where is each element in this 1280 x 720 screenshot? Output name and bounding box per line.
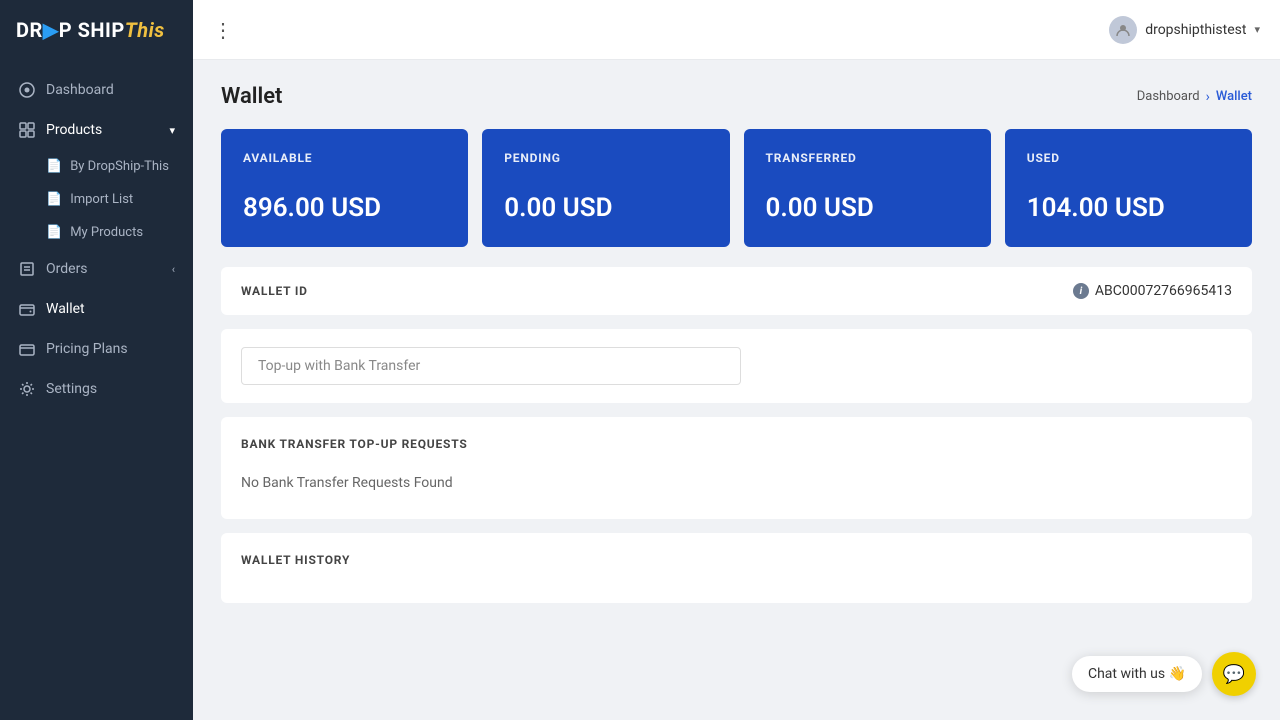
transferred-amount: 0.00 USD [766, 193, 969, 223]
sidebar-item-label: Settings [46, 381, 97, 397]
pending-amount: 0.00 USD [504, 193, 707, 223]
wallet-icon [18, 300, 36, 318]
wallet-history-section: WALLET HISTORY [221, 533, 1252, 603]
products-icon [18, 121, 36, 139]
wallet-history-title: WALLET HISTORY [241, 553, 1232, 567]
topbar: ⋮ dropshipthistest ▾ [193, 0, 1280, 60]
pending-label: PENDING [504, 151, 707, 165]
used-amount: 104.00 USD [1027, 193, 1230, 223]
sidebar-item-wallet[interactable]: Wallet [0, 289, 193, 329]
logo-ship: P SHIP [59, 18, 125, 42]
chat-button[interactable]: 💬 [1212, 652, 1256, 696]
sidebar-item-my-products[interactable]: 📄 My Products [0, 216, 193, 249]
logo-drop: DR [16, 18, 43, 42]
sidebar-item-orders[interactable]: Orders ‹ [0, 249, 193, 289]
info-icon: i [1073, 283, 1089, 299]
content-area: Wallet Dashboard › Wallet AVAILABLE 896.… [193, 60, 1280, 720]
doc-icon: 📄 [46, 159, 62, 174]
sidebar-sub-label: My Products [70, 225, 143, 240]
chat-widget: Chat with us 👋 💬 [1072, 652, 1256, 696]
logo: DR▶P SHIPThis [0, 0, 193, 60]
sidebar-sub-label: By DropShip-This [70, 159, 169, 174]
used-label: USED [1027, 151, 1230, 165]
sidebar-item-import-list[interactable]: 📄 Import List [0, 183, 193, 216]
wallet-id-value: i ABC00072766965413 [1073, 283, 1232, 299]
menu-icon[interactable]: ⋮ [213, 18, 235, 42]
sidebar-item-pricing-plans[interactable]: Pricing Plans [0, 329, 193, 369]
wallet-id-number: ABC00072766965413 [1095, 283, 1232, 299]
bank-transfer-title: BANK TRANSFER TOP-UP REQUESTS [241, 437, 1232, 451]
sidebar: DR▶P SHIPThis Dashboard Products ▾ 📄 By … [0, 0, 193, 720]
sidebar-item-dashboard[interactable]: Dashboard [0, 70, 193, 110]
wallet-cards: AVAILABLE 896.00 USD PENDING 0.00 USD TR… [221, 129, 1252, 247]
orders-icon [18, 260, 36, 278]
breadcrumb-home[interactable]: Dashboard [1137, 89, 1200, 104]
sidebar-item-label: Pricing Plans [46, 341, 128, 357]
wallet-id-section: WALLET ID i ABC00072766965413 [221, 267, 1252, 315]
sidebar-item-settings[interactable]: Settings [0, 369, 193, 409]
dashboard-icon [18, 81, 36, 99]
topup-placeholder: Top-up with Bank Transfer [258, 358, 420, 374]
pricing-icon [18, 340, 36, 358]
sidebar-sub-label: Import List [70, 192, 133, 207]
sidebar-nav: Dashboard Products ▾ 📄 By DropShip-This … [0, 60, 193, 720]
doc-icon: 📄 [46, 192, 62, 207]
sidebar-item-label: Products [46, 122, 102, 138]
breadcrumb: Dashboard › Wallet [1137, 89, 1252, 105]
chat-bubble: Chat with us 👋 [1072, 656, 1202, 692]
avatar [1109, 16, 1137, 44]
topbar-chevron-icon: ▾ [1254, 23, 1260, 36]
wallet-id-label: WALLET ID [241, 284, 308, 298]
chevron-down-icon: ▾ [169, 124, 175, 137]
logo-this: This [125, 18, 165, 42]
no-bank-transfer-text: No Bank Transfer Requests Found [241, 467, 1232, 499]
wallet-card-available: AVAILABLE 896.00 USD [221, 129, 468, 247]
topup-input[interactable]: Top-up with Bank Transfer [241, 347, 741, 385]
sidebar-item-label: Dashboard [46, 82, 114, 98]
breadcrumb-current: Wallet [1216, 89, 1252, 104]
username-label: dropshipthistest [1145, 22, 1246, 38]
sidebar-item-label: Orders [46, 261, 88, 277]
settings-icon [18, 380, 36, 398]
wallet-card-used: USED 104.00 USD [1005, 129, 1252, 247]
topup-section: Top-up with Bank Transfer [221, 329, 1252, 403]
available-amount: 896.00 USD [243, 193, 446, 223]
wallet-card-pending: PENDING 0.00 USD [482, 129, 729, 247]
sidebar-item-products[interactable]: Products ▾ [0, 110, 193, 150]
breadcrumb-separator: › [1206, 89, 1210, 105]
doc-icon: 📄 [46, 225, 62, 240]
main-area: ⋮ dropshipthistest ▾ Wallet Dashboard › … [193, 0, 1280, 720]
chat-bubble-text: Chat with us 👋 [1088, 666, 1186, 682]
bank-transfer-section: BANK TRANSFER TOP-UP REQUESTS No Bank Tr… [221, 417, 1252, 519]
transferred-label: TRANSFERRED [766, 151, 969, 165]
sidebar-item-by-dropship-this[interactable]: 📄 By DropShip-This [0, 150, 193, 183]
sidebar-item-label: Wallet [46, 301, 85, 317]
user-menu[interactable]: dropshipthistest ▾ [1109, 16, 1260, 44]
page-header: Wallet Dashboard › Wallet [221, 84, 1252, 109]
chat-button-icon: 💬 [1223, 664, 1245, 685]
chevron-right-icon: ‹ [172, 263, 175, 276]
available-label: AVAILABLE [243, 151, 446, 165]
page-title: Wallet [221, 84, 282, 109]
wallet-card-transferred: TRANSFERRED 0.00 USD [744, 129, 991, 247]
